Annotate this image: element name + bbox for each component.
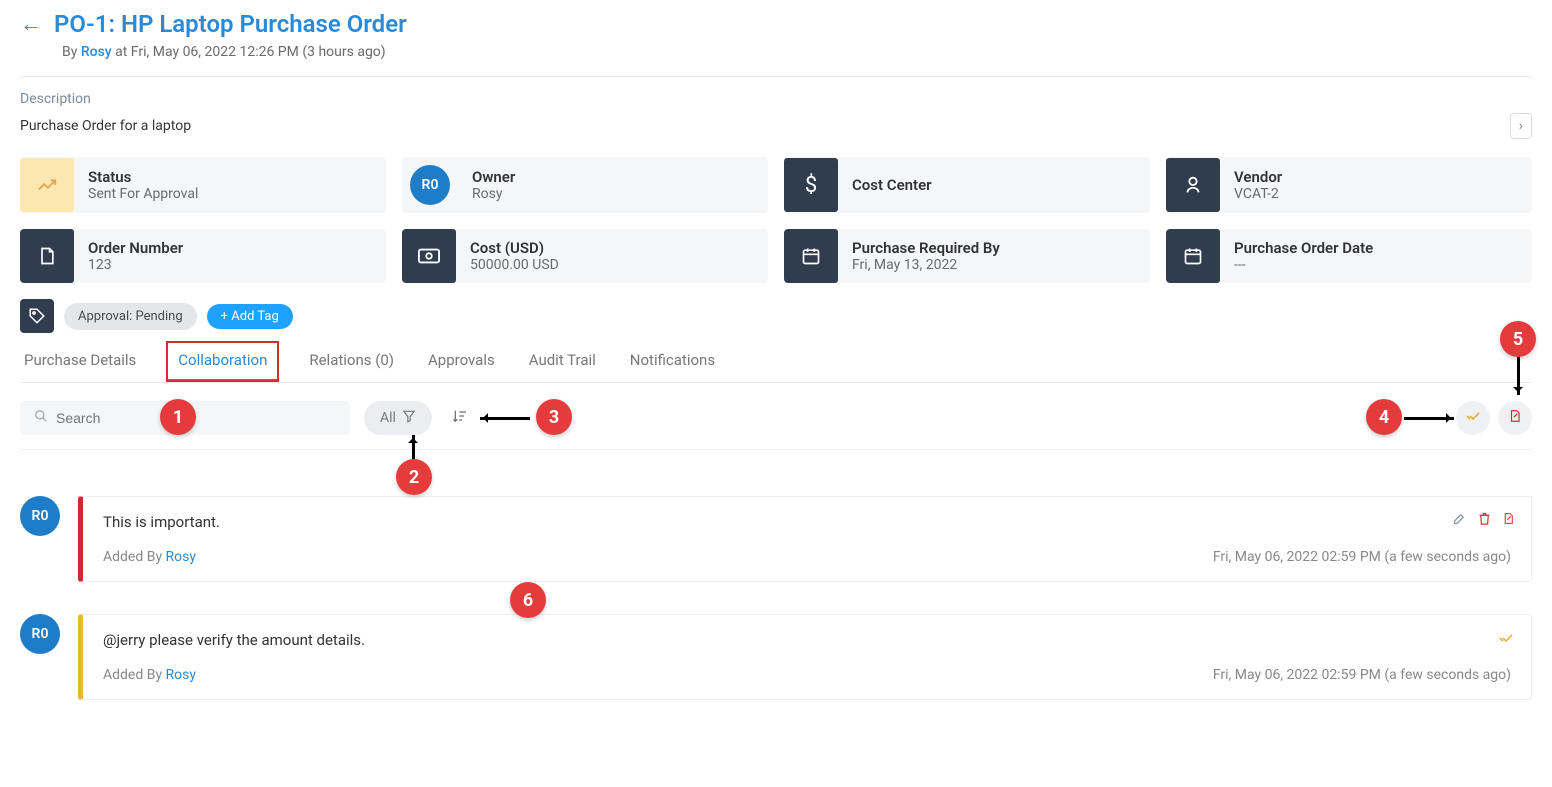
card-label: Purchase Required By xyxy=(852,239,1000,257)
card-label: Order Number xyxy=(88,239,183,257)
card-status: Status Sent For Approval xyxy=(20,157,386,213)
card-value: --- xyxy=(1234,257,1373,273)
description-label: Description xyxy=(20,91,1532,107)
card-label: Vendor xyxy=(1234,168,1282,186)
card-order-number: Order Number 123 xyxy=(20,229,386,283)
expand-button[interactable]: › xyxy=(1510,113,1532,139)
filter-all-button[interactable]: All xyxy=(364,401,432,435)
comment-item: R0 This is important. Added By Rosy Fri,… xyxy=(20,496,1532,582)
annotation-badge-5: 5 xyxy=(1500,321,1536,357)
annotation-arrow-4 xyxy=(1404,417,1454,420)
edit-comment-icon[interactable] xyxy=(1452,511,1467,530)
comment-author: Added By Rosy xyxy=(103,667,196,683)
annotation-arrow-5 xyxy=(1517,355,1520,395)
handshake-button[interactable] xyxy=(1456,401,1490,435)
avatar: R0 xyxy=(20,496,60,536)
comment-item: R0 @jerry please verify the amount detai… xyxy=(20,614,1532,700)
annotation-badge-2: 2 xyxy=(396,459,432,495)
dollar-icon: $ xyxy=(784,158,838,212)
card-value: 123 xyxy=(88,257,183,273)
document-icon xyxy=(20,229,74,283)
card-order-date: Purchase Order Date --- xyxy=(1166,229,1532,283)
avatar: R0 xyxy=(20,614,60,654)
author-link[interactable]: Rosy xyxy=(81,44,112,60)
description-text: Purchase Order for a laptop xyxy=(20,118,191,134)
doc-comment-icon[interactable] xyxy=(1502,511,1515,530)
card-required-by: Purchase Required By Fri, May 13, 2022 xyxy=(784,229,1150,283)
filter-label: All xyxy=(380,410,396,426)
card-value: Sent For Approval xyxy=(88,186,198,202)
card-label: Cost Center xyxy=(852,176,932,194)
tabs: Purchase Details Collaboration Relations… xyxy=(20,341,1532,383)
card-vendor: Vendor VCAT-2 xyxy=(1166,157,1532,213)
document-edit-icon xyxy=(1508,408,1522,428)
page-title: PO-1: HP Laptop Purchase Order xyxy=(54,10,407,38)
calendar-icon xyxy=(784,229,838,283)
back-arrow-icon[interactable]: ← xyxy=(20,11,42,37)
tab-collaboration[interactable]: Collaboration xyxy=(166,341,279,382)
tab-audit-trail[interactable]: Audit Trail xyxy=(525,341,600,382)
delete-comment-icon[interactable] xyxy=(1477,511,1492,530)
tab-notifications[interactable]: Notifications xyxy=(626,341,719,382)
annotation-badge-6: 6 xyxy=(510,582,546,618)
comment-text: This is important. xyxy=(103,513,1511,531)
by-prefix: By xyxy=(62,44,81,60)
dateline: at Fri, May 06, 2022 12:26 PM (3 hours a… xyxy=(112,44,386,60)
search-input[interactable] xyxy=(56,410,336,426)
owner-avatar: R0 xyxy=(410,165,450,205)
add-note-button[interactable] xyxy=(1498,401,1532,435)
handshake-icon xyxy=(1464,407,1482,429)
calendar-icon xyxy=(1166,229,1220,283)
annotation-arrow-3 xyxy=(480,417,530,420)
comment-date: Fri, May 06, 2022 02:59 PM (a few second… xyxy=(1213,667,1511,683)
author-link[interactable]: Rosy xyxy=(166,667,196,683)
add-tag-button[interactable]: + Add Tag xyxy=(207,304,293,329)
annotation-badge-1: 1 xyxy=(160,399,196,435)
card-label: Cost (USD) xyxy=(470,239,559,257)
card-label: Purchase Order Date xyxy=(1234,239,1373,257)
annotation-badge-3: 3 xyxy=(536,399,572,435)
divider xyxy=(20,76,1532,77)
tab-approvals[interactable]: Approvals xyxy=(424,341,499,382)
tag-icon xyxy=(20,299,54,333)
tab-purchase-details[interactable]: Purchase Details xyxy=(20,341,140,382)
summary-cards: Status Sent For Approval R0 Owner Rosy $… xyxy=(20,157,1532,283)
card-label: Owner xyxy=(472,168,515,186)
card-cost: Cost (USD) 50000.00 USD xyxy=(402,229,768,283)
comment-author: Added By Rosy xyxy=(103,549,196,565)
author-link[interactable]: Rosy xyxy=(166,549,196,565)
search-icon xyxy=(34,409,48,427)
money-icon xyxy=(402,229,456,283)
card-value: Rosy xyxy=(472,186,515,202)
filter-icon xyxy=(402,409,416,427)
comment-date: Fri, May 06, 2022 02:59 PM (a few second… xyxy=(1213,549,1511,565)
sort-button[interactable] xyxy=(446,408,468,428)
tab-relations[interactable]: Relations (0) xyxy=(305,341,398,382)
handshake-comment-icon[interactable] xyxy=(1497,629,1515,651)
byline: By Rosy at Fri, May 06, 2022 12:26 PM (3… xyxy=(62,44,1532,60)
card-value: Fri, May 13, 2022 xyxy=(852,257,1000,273)
approval-tag[interactable]: Approval: Pending xyxy=(64,303,197,330)
card-label: Status xyxy=(88,168,198,186)
comment-text: @jerry please verify the amount details. xyxy=(103,631,1511,649)
vendor-icon xyxy=(1166,158,1220,212)
status-icon xyxy=(20,158,74,212)
card-value: VCAT-2 xyxy=(1234,186,1282,202)
card-cost-center: $ Cost Center xyxy=(784,157,1150,213)
card-owner: R0 Owner Rosy xyxy=(402,157,768,213)
annotation-badge-4: 4 xyxy=(1366,399,1402,435)
card-value: 50000.00 USD xyxy=(470,257,559,273)
